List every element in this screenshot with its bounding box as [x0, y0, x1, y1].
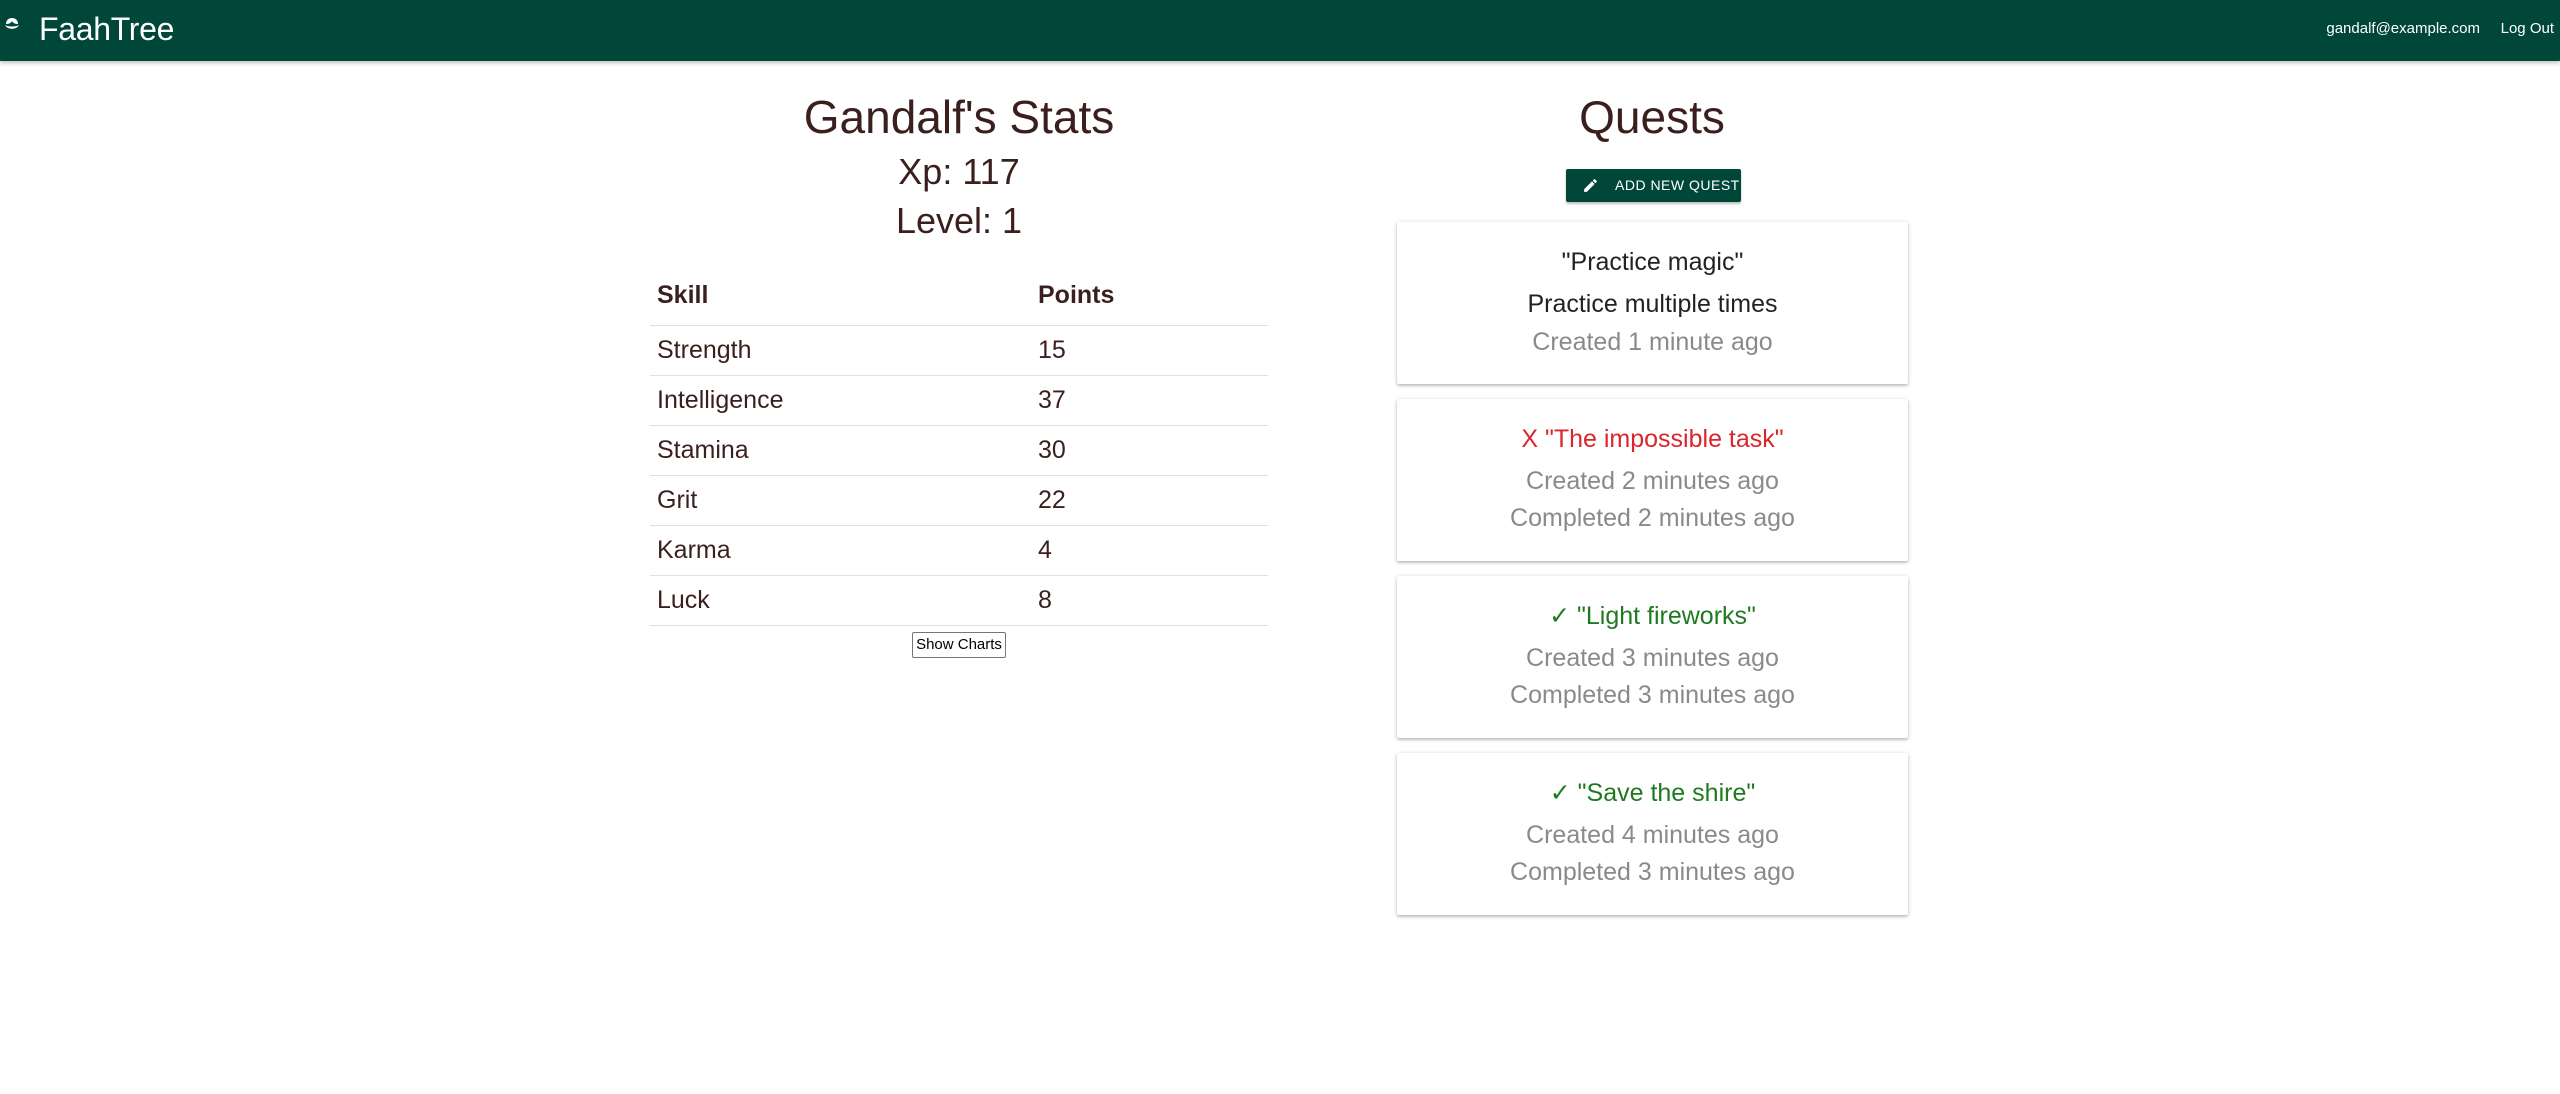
table-row: Luck 8: [650, 575, 1268, 626]
skill-name: Karma: [650, 525, 1031, 576]
skill-name: Intelligence: [650, 375, 1031, 426]
column-header-points: Points: [1031, 266, 1268, 326]
skill-points: 22: [1031, 475, 1268, 526]
stats-title: Gandalf's Stats: [803, 91, 1115, 143]
skills-table: Skill Points Strength 15 Intelligence 37…: [650, 266, 1268, 626]
column-header-skill: Skill: [650, 266, 1031, 326]
brand-name[interactable]: FaahTree: [39, 11, 174, 47]
quests-title: Quests: [1579, 91, 1725, 143]
quest-completed: Completed 3 minutes ago: [1510, 858, 1795, 886]
skill-points: 30: [1031, 425, 1268, 476]
table-header-row: Skill Points: [650, 266, 1268, 326]
quest-created: Created 3 minutes ago: [1526, 644, 1779, 672]
logout-link[interactable]: Log Out: [2501, 20, 2554, 38]
skill-name: Luck: [650, 575, 1031, 626]
table-row: Stamina 30: [650, 425, 1268, 476]
quest-card[interactable]: X "The impossible task" Created 2 minute…: [1397, 399, 1908, 561]
quest-description: Practice multiple times: [1527, 290, 1778, 318]
quest-card[interactable]: ✓ "Save the shire" Created 4 minutes ago…: [1397, 753, 1908, 915]
quest-created: Created 2 minutes ago: [1526, 467, 1779, 495]
user-email: gandalf@example.com: [2326, 20, 2480, 37]
quest-title: X "The impossible task": [1521, 425, 1784, 453]
quest-title: "Practice magic": [1561, 248, 1744, 276]
skill-points: 8: [1031, 575, 1268, 626]
skill-name: Grit: [650, 475, 1031, 526]
quest-completed: Completed 3 minutes ago: [1510, 681, 1795, 709]
quest-created: Created 4 minutes ago: [1526, 821, 1779, 849]
add-new-quest-label: Add new quest: [1615, 177, 1740, 193]
skill-name: Strength: [650, 325, 1031, 376]
sprout-logo-icon[interactable]: [2, 14, 22, 34]
add-new-quest-button[interactable]: Add new quest: [1566, 169, 1741, 202]
quest-card[interactable]: ✓ "Light fireworks" Created 3 minutes ag…: [1397, 576, 1908, 738]
skill-name: Stamina: [650, 425, 1031, 476]
quest-title: ✓ "Light fireworks": [1549, 602, 1756, 630]
table-row: Grit 22: [650, 475, 1268, 526]
skill-points: 4: [1031, 525, 1268, 576]
quest-completed: Completed 2 minutes ago: [1510, 504, 1795, 532]
xp-value: Xp: 117: [898, 151, 1020, 192]
quest-created: Created 1 minute ago: [1532, 328, 1773, 356]
pencil-icon: [1584, 179, 1597, 192]
table-row: Strength 15: [650, 325, 1268, 376]
skill-points: 15: [1031, 325, 1268, 376]
quest-title: ✓ "Save the shire": [1549, 779, 1756, 807]
top-navbar: FaahTree gandalf@example.com Log Out: [0, 0, 2560, 61]
table-row: Intelligence 37: [650, 375, 1268, 426]
skill-points: 37: [1031, 375, 1268, 426]
table-row: Karma 4: [650, 525, 1268, 576]
quest-card[interactable]: "Practice magic" Practice multiple times…: [1397, 222, 1908, 384]
show-charts-button[interactable]: Show Charts: [912, 632, 1006, 658]
level-value: Level: 1: [895, 200, 1023, 241]
